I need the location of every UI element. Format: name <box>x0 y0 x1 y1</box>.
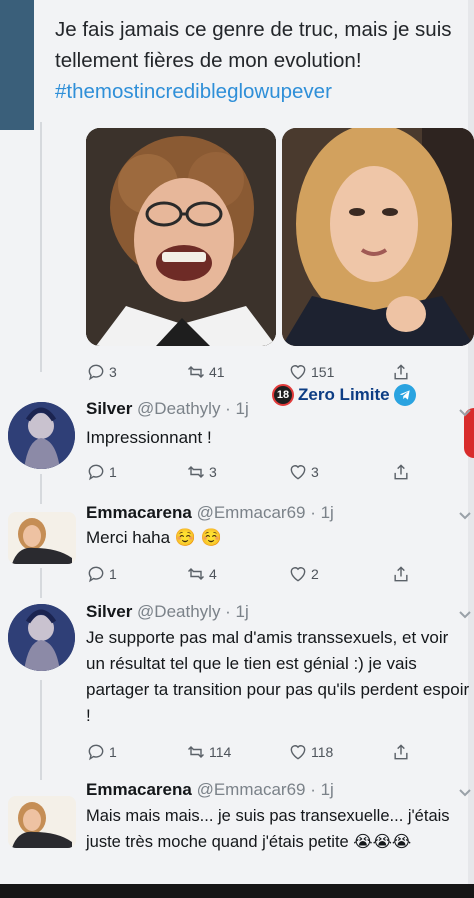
reply-2-reply-action[interactable]: 1 <box>86 564 117 584</box>
reply-1-reply-action[interactable]: 1 <box>86 462 117 482</box>
main-tweet-hashtag[interactable]: #themostincredibleglowupever <box>55 76 465 107</box>
bottom-dark-bar <box>0 884 474 898</box>
tweet-photos <box>86 128 474 346</box>
retweet-icon <box>187 465 205 479</box>
avatar-emmacarena[interactable] <box>8 796 76 848</box>
reply-3-name[interactable]: Silver <box>86 602 132 621</box>
reply-2-like-action[interactable]: 2 <box>288 564 319 584</box>
chevron-down-icon <box>459 409 471 417</box>
reply-2-retweet-count: 4 <box>209 566 217 582</box>
reply-connector <box>40 474 42 504</box>
reply-3-like-count: 118 <box>311 744 334 760</box>
reply-1-text: Impressionnant ! <box>86 428 212 447</box>
reply-1-name[interactable]: Silver <box>86 399 132 418</box>
reply-3-handle[interactable]: @Deathyly · 1j <box>137 602 249 621</box>
reply-3-retweet-count: 114 <box>209 744 232 760</box>
reply-icon <box>88 364 104 381</box>
age-18-badge: 18 <box>272 384 294 406</box>
twitter-thread-screenshot: Je fais jamais ce genre de truc, mais je… <box>0 0 474 898</box>
reply-2-header: Emmacarena @Emmacar69 · 1j <box>86 503 334 523</box>
reply-3-reply-action[interactable]: 1 <box>86 742 117 762</box>
like-action[interactable]: 151 <box>288 362 334 382</box>
avatar-emmacarena[interactable] <box>8 512 76 564</box>
retweet-count: 41 <box>209 364 225 380</box>
reply-3-menu[interactable] <box>458 607 472 621</box>
watermark-label: Zero Limite <box>298 385 390 404</box>
reply-4-header: Emmacarena @Emmacar69 · 1j <box>86 780 334 800</box>
reply-1-handle[interactable]: @Deathyly · 1j <box>137 399 249 418</box>
reply-2-menu[interactable] <box>458 508 472 522</box>
reply-connector <box>40 568 42 598</box>
reply-1-share-action[interactable] <box>391 462 411 482</box>
avatar-silver[interactable] <box>8 402 75 469</box>
reply-3-reply-count: 1 <box>109 744 117 760</box>
reply-action[interactable]: 3 <box>86 362 117 382</box>
reply-1-retweet-action[interactable]: 3 <box>186 462 217 482</box>
reply-2-handle[interactable]: @Emmacar69 · 1j <box>197 503 334 522</box>
reply-4-menu[interactable] <box>458 785 472 799</box>
reply-icon <box>88 566 104 583</box>
avatar-silver[interactable] <box>8 604 75 671</box>
reply-2-like-count: 2 <box>311 566 319 582</box>
before-photo[interactable] <box>86 128 276 346</box>
heart-icon <box>290 745 306 760</box>
retweet-action[interactable]: 41 <box>186 362 225 382</box>
reply-3-text: Je supporte pas mal d'amis transsexuels,… <box>86 628 470 725</box>
reply-2-retweet-action[interactable]: 4 <box>186 564 217 584</box>
reply-1-like-action[interactable]: 3 <box>288 462 319 482</box>
main-tweet-text-block: Je fais jamais ce genre de truc, mais je… <box>55 14 465 107</box>
reply-icon <box>88 464 104 481</box>
chevron-down-icon <box>459 789 471 797</box>
chevron-down-icon <box>459 512 471 520</box>
share-action[interactable] <box>391 362 411 382</box>
reply-3-share-action[interactable] <box>391 742 411 762</box>
reply-2-reply-count: 1 <box>109 566 117 582</box>
reply-1-menu[interactable] <box>458 405 472 419</box>
heart-icon <box>290 567 306 582</box>
reply-1-retweet-count: 3 <box>209 464 217 480</box>
share-icon <box>394 566 408 582</box>
reply-1-reply-count: 1 <box>109 464 117 480</box>
left-background-strip <box>0 0 34 130</box>
telegram-icon <box>393 384 416 406</box>
heart-icon <box>290 465 306 480</box>
share-icon <box>394 744 408 760</box>
reply-connector <box>40 680 42 780</box>
reply-1-like-count: 3 <box>311 464 319 480</box>
retweet-icon <box>187 365 205 379</box>
retweet-icon <box>187 745 205 759</box>
retweet-icon <box>187 567 205 581</box>
chevron-down-icon <box>459 611 471 619</box>
reply-3-like-action[interactable]: 118 <box>288 742 333 762</box>
share-icon <box>394 464 408 480</box>
reply-2-text: Merci haha ☺️ ☺️ <box>86 528 222 547</box>
reply-count: 3 <box>109 364 117 380</box>
reply-3-header: Silver @Deathyly · 1j <box>86 602 249 622</box>
like-count: 151 <box>311 364 335 380</box>
reply-4-name[interactable]: Emmacarena <box>86 780 192 799</box>
thread-connector-line <box>40 122 42 372</box>
reply-1-header: Silver @Deathyly · 1j <box>86 399 249 419</box>
reply-4-text: Mais mais mais... je suis pas transexuel… <box>86 807 450 851</box>
reply-icon <box>88 744 104 761</box>
share-icon <box>394 364 408 380</box>
reply-4-handle[interactable]: @Emmacar69 · 1j <box>197 780 334 799</box>
heart-icon <box>290 365 306 380</box>
reply-2-name[interactable]: Emmacarena <box>86 503 192 522</box>
reply-2-share-action[interactable] <box>391 564 411 584</box>
reply-3-retweet-action[interactable]: 114 <box>186 742 231 762</box>
after-photo[interactable] <box>282 128 474 346</box>
main-tweet-text: Je fais jamais ce genre de truc, mais je… <box>55 18 452 72</box>
zero-limite-watermark: 18 Zero Limite <box>272 384 416 406</box>
